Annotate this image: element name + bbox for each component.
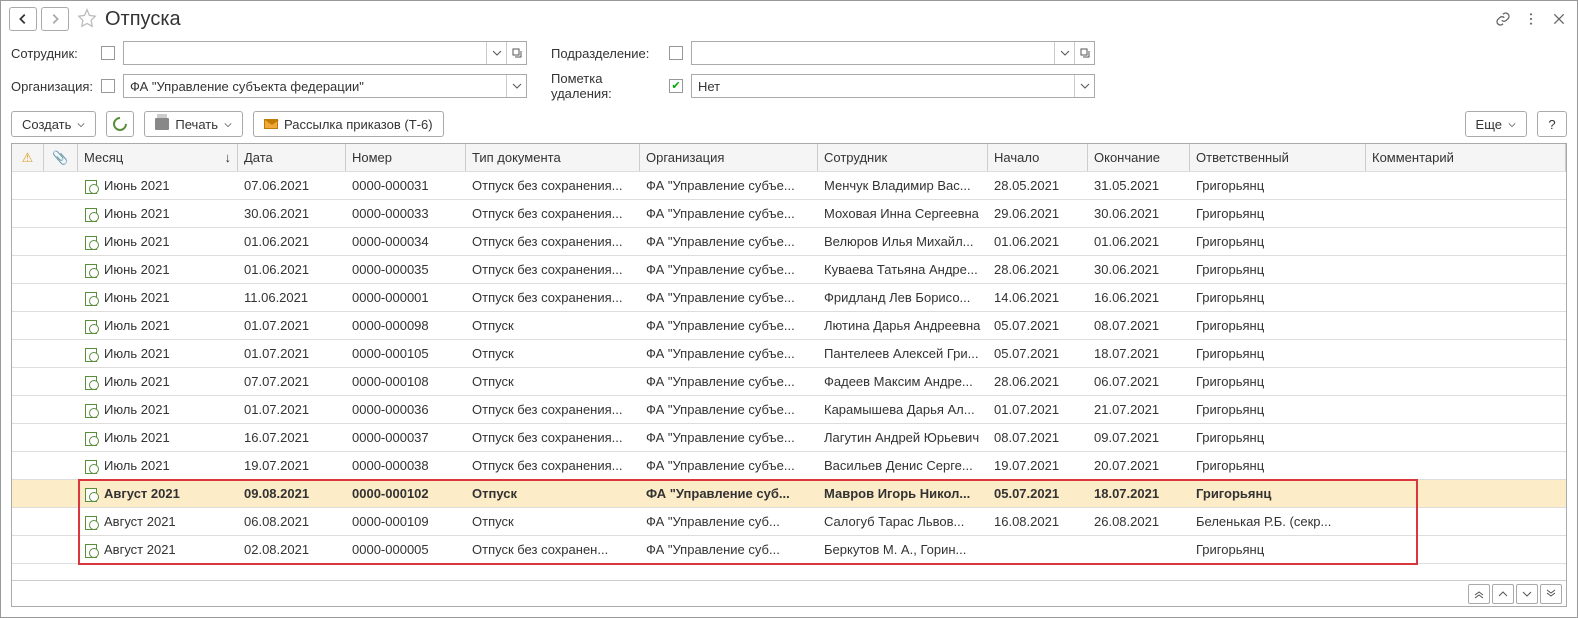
department-filter-combo[interactable]	[691, 41, 1095, 65]
table-row[interactable]: Июль 202107.07.20210000-000108ОтпускФА "…	[12, 368, 1566, 396]
dropdown-icon[interactable]	[486, 42, 506, 64]
grid-header: ⚠ 📎 Месяц↓ Дата Номер Тип документа Орга…	[12, 144, 1566, 172]
refresh-icon	[111, 114, 131, 134]
delmark-filter-value: Нет	[692, 79, 1074, 94]
filters-panel: Сотрудник: Подразделение: Организация: Ф…	[1, 37, 1577, 105]
print-button[interactable]: Печать	[144, 111, 243, 137]
col-header-warning[interactable]: ⚠	[12, 144, 44, 171]
org-filter-checkbox[interactable]	[101, 79, 115, 93]
table-row[interactable]: Июль 202101.07.20210000-000098ОтпускФА "…	[12, 312, 1566, 340]
nav-back-button[interactable]	[9, 7, 37, 31]
chevron-down-icon	[77, 117, 85, 132]
mailing-button[interactable]: Рассылка приказов (Т-6)	[253, 111, 444, 137]
col-header-comment[interactable]: Комментарий	[1366, 144, 1566, 171]
org-filter-value: ФА "Управление субъекта федерации"	[124, 79, 506, 94]
org-filter-combo[interactable]: ФА "Управление субъекта федерации"	[123, 74, 527, 98]
table-row[interactable]: Июнь 202107.06.20210000-000031Отпуск без…	[12, 172, 1566, 200]
chevron-down-icon	[1508, 117, 1516, 132]
scroll-up-button[interactable]	[1492, 584, 1514, 604]
more-button-label: Еще	[1476, 117, 1502, 132]
org-filter-label: Организация:	[11, 79, 93, 94]
col-header-org[interactable]: Организация	[640, 144, 818, 171]
print-button-label: Печать	[175, 117, 218, 132]
table-row[interactable]: Июнь 202101.06.20210000-000034Отпуск без…	[12, 228, 1566, 256]
col-header-number[interactable]: Номер	[346, 144, 466, 171]
create-button[interactable]: Создать	[11, 111, 96, 137]
open-dialog-icon[interactable]	[506, 42, 526, 64]
data-grid: ⚠ 📎 Месяц↓ Дата Номер Тип документа Орга…	[11, 143, 1567, 607]
document-icon	[84, 347, 98, 361]
department-filter-checkbox[interactable]	[669, 46, 683, 60]
favorite-star-icon[interactable]	[77, 8, 97, 31]
department-filter-label: Подразделение:	[551, 46, 661, 61]
table-row[interactable]: Июль 202101.07.20210000-000036Отпуск без…	[12, 396, 1566, 424]
employee-filter-checkbox[interactable]	[101, 46, 115, 60]
paperclip-icon: 📎	[52, 150, 68, 166]
document-icon	[84, 375, 98, 389]
scroll-bottom-button[interactable]	[1540, 584, 1562, 604]
scroll-down-button[interactable]	[1516, 584, 1538, 604]
document-icon	[84, 403, 98, 417]
titlebar: Отпуска	[1, 1, 1577, 37]
table-row[interactable]: Август 202109.08.20210000-000102ОтпускФА…	[12, 480, 1566, 508]
table-row[interactable]: Июль 202101.07.20210000-000105ОтпускФА "…	[12, 340, 1566, 368]
table-row[interactable]: Июль 202116.07.20210000-000037Отпуск без…	[12, 424, 1566, 452]
table-row[interactable]: Июнь 202130.06.20210000-000033Отпуск без…	[12, 200, 1566, 228]
document-icon	[84, 263, 98, 277]
sort-descending-icon: ↓	[225, 150, 232, 165]
link-icon[interactable]	[1493, 9, 1513, 29]
dropdown-icon[interactable]	[506, 75, 526, 97]
kebab-menu-icon[interactable]	[1521, 9, 1541, 29]
document-icon	[84, 459, 98, 473]
employee-filter-combo[interactable]	[123, 41, 527, 65]
create-button-label: Создать	[22, 117, 71, 132]
grid-footer	[12, 580, 1566, 606]
page-title: Отпуска	[105, 8, 1489, 31]
mailing-button-label: Рассылка приказов (Т-6)	[284, 117, 433, 132]
close-icon[interactable]	[1549, 9, 1569, 29]
col-header-end[interactable]: Окончание	[1088, 144, 1190, 171]
table-row[interactable]: Июнь 202111.06.20210000-000001Отпуск без…	[12, 284, 1566, 312]
printer-icon	[155, 118, 169, 130]
document-icon	[84, 515, 98, 529]
mail-icon	[264, 119, 278, 129]
help-button[interactable]: ?	[1537, 111, 1567, 137]
col-header-month[interactable]: Месяц↓	[78, 144, 238, 171]
table-row[interactable]: Июнь 202101.06.20210000-000035Отпуск без…	[12, 256, 1566, 284]
document-icon	[84, 235, 98, 249]
document-icon	[84, 179, 98, 193]
more-button[interactable]: Еще	[1465, 111, 1527, 137]
col-header-doctype[interactable]: Тип документа	[466, 144, 640, 171]
refresh-button[interactable]	[106, 111, 134, 137]
document-icon	[84, 543, 98, 557]
col-header-date[interactable]: Дата	[238, 144, 346, 171]
help-button-label: ?	[1548, 117, 1555, 132]
scroll-top-button[interactable]	[1468, 584, 1490, 604]
col-header-attachment[interactable]: 📎	[44, 144, 78, 171]
document-icon	[84, 291, 98, 305]
dropdown-icon[interactable]	[1054, 42, 1074, 64]
delmark-filter-label: Пометка удаления:	[551, 71, 661, 101]
warning-icon: ⚠	[22, 150, 34, 166]
delmark-filter-checkbox[interactable]	[669, 79, 683, 93]
col-header-start[interactable]: Начало	[988, 144, 1088, 171]
dropdown-icon[interactable]	[1074, 75, 1094, 97]
open-dialog-icon[interactable]	[1074, 42, 1094, 64]
table-row[interactable]: Июль 202119.07.20210000-000038Отпуск без…	[12, 452, 1566, 480]
toolbar: Создать Печать Рассылка приказов (Т-6) Е…	[1, 105, 1577, 143]
col-header-responsible[interactable]: Ответственный	[1190, 144, 1366, 171]
table-row[interactable]: Август 202102.08.20210000-000005Отпуск б…	[12, 536, 1566, 564]
document-icon	[84, 431, 98, 445]
table-row[interactable]: Август 202106.08.20210000-000109ОтпускФА…	[12, 508, 1566, 536]
col-header-employee[interactable]: Сотрудник	[818, 144, 988, 171]
delmark-filter-combo[interactable]: Нет	[691, 74, 1095, 98]
document-icon	[84, 487, 98, 501]
chevron-down-icon	[224, 117, 232, 132]
employee-filter-label: Сотрудник:	[11, 46, 93, 61]
document-icon	[84, 207, 98, 221]
grid-body[interactable]: Июнь 202107.06.20210000-000031Отпуск без…	[12, 172, 1566, 580]
document-icon	[84, 319, 98, 333]
window: Отпуска Сотрудник: Подразделение:	[0, 0, 1578, 618]
nav-forward-button[interactable]	[41, 7, 69, 31]
